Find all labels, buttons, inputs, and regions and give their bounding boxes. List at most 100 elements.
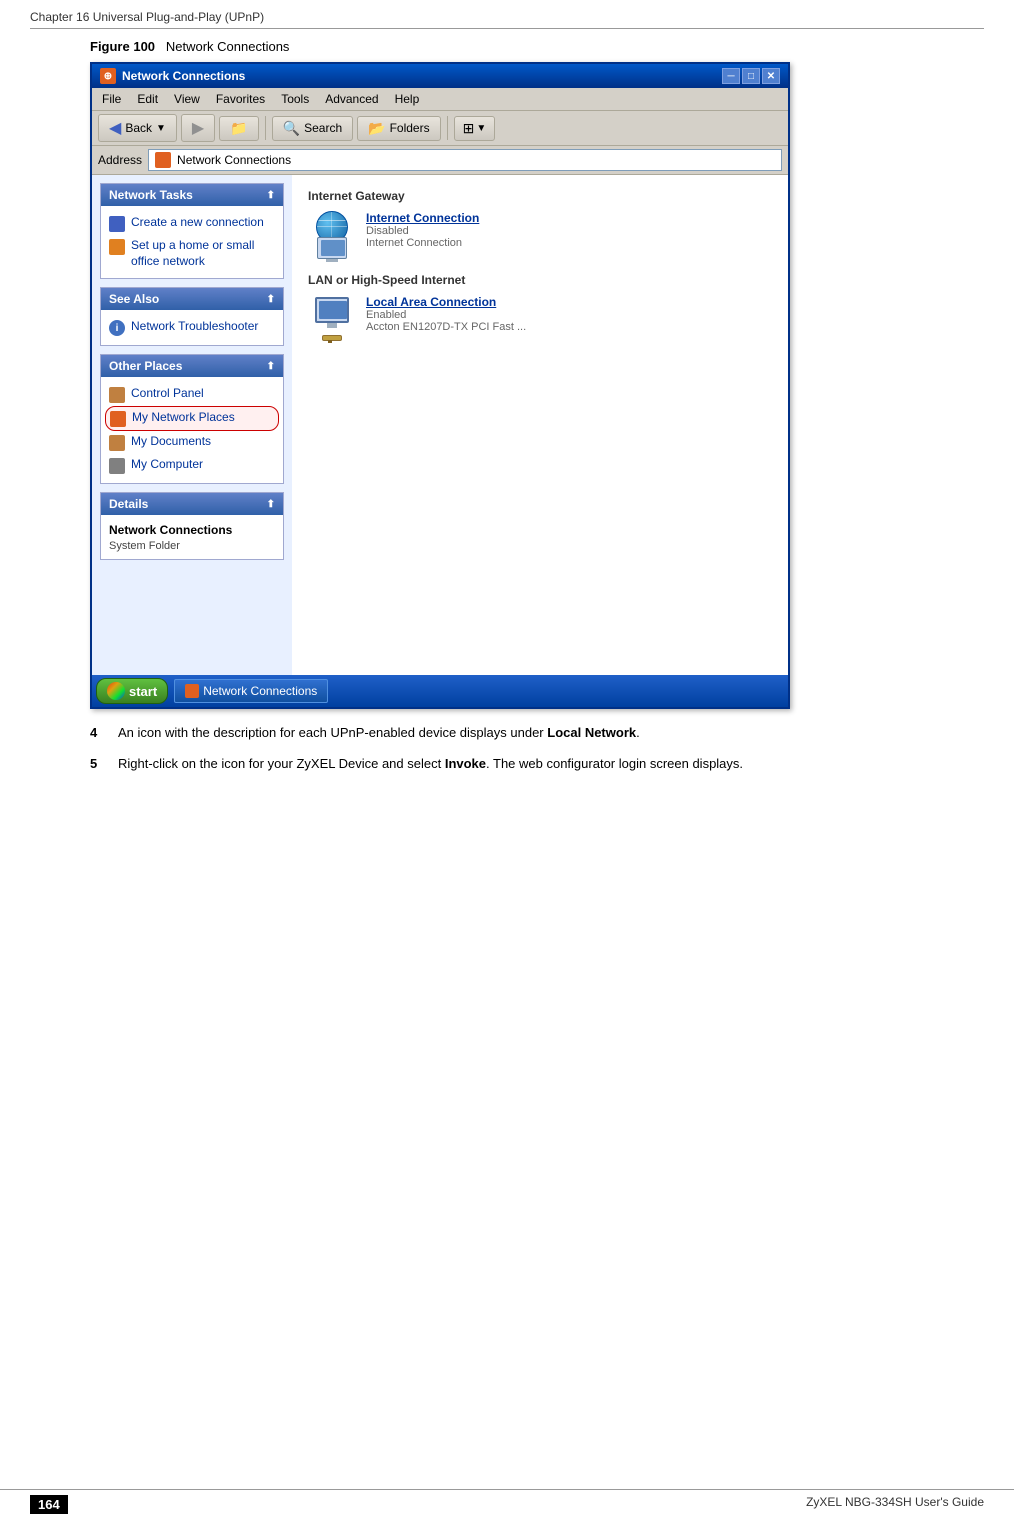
- setup-network-icon: [109, 239, 125, 255]
- menu-edit[interactable]: Edit: [131, 90, 164, 108]
- control-panel-label: Control Panel: [131, 386, 275, 402]
- start-icon: [107, 682, 125, 700]
- step-5-text-part2: . The web configurator login screen disp…: [486, 756, 743, 771]
- folders-button[interactable]: 📂 Folders: [357, 116, 440, 141]
- local-area-connection-item: Local Area Connection Enabled Accton EN1…: [308, 295, 772, 343]
- menu-advanced[interactable]: Advanced: [319, 90, 384, 108]
- internet-connection-name[interactable]: Internet Connection: [366, 211, 479, 225]
- network-tasks-collapse-icon[interactable]: ⬆: [267, 190, 275, 201]
- step-4-text: An icon with the description for each UP…: [118, 723, 640, 744]
- internet-connection-item: Internet Connection Disabled Internet Co…: [308, 211, 772, 259]
- details-collapse-icon[interactable]: ⬆: [267, 499, 275, 510]
- toolbar-separator-2: [447, 116, 448, 140]
- menu-help[interactable]: Help: [389, 90, 426, 108]
- page-number: 164: [30, 1495, 68, 1514]
- left-panel: Network Tasks ⬆ Create a new connection …: [92, 175, 292, 675]
- create-connection-icon: [109, 216, 125, 232]
- troubleshooter-label: Network Troubleshooter: [131, 319, 275, 335]
- step-4: 4 An icon with the description for each …: [90, 723, 984, 744]
- taskbar-network-connections-button[interactable]: Network Connections: [174, 679, 328, 703]
- minimize-button[interactable]: ─: [722, 68, 740, 84]
- local-area-connection-status: Enabled: [366, 309, 526, 321]
- address-icon: [155, 152, 171, 168]
- menu-favorites[interactable]: Favorites: [210, 90, 271, 108]
- my-computer-item[interactable]: My Computer: [105, 454, 279, 477]
- toolbar: ◀ Back ▼ ▶ 📁 🔍 Search 📂 Folders ⊞: [92, 111, 788, 146]
- back-dropdown-icon[interactable]: ▼: [156, 123, 166, 134]
- search-button[interactable]: 🔍 Search: [272, 116, 353, 141]
- create-connection-item[interactable]: Create a new connection: [105, 212, 279, 235]
- details-content-sub: System Folder: [105, 539, 279, 553]
- address-field[interactable]: Network Connections: [148, 149, 782, 171]
- menu-tools[interactable]: Tools: [275, 90, 315, 108]
- network-tasks-body: Create a new connection Set up a home or…: [101, 206, 283, 278]
- step-5-text: Right-click on the icon for your ZyXEL D…: [118, 754, 743, 775]
- menu-file[interactable]: File: [96, 90, 127, 108]
- figure-title: Network Connections: [166, 39, 290, 54]
- step-4-text-part1: An icon with the description for each UP…: [118, 725, 547, 740]
- internet-connection-desc: Internet Connection: [366, 237, 479, 249]
- forward-icon: ▶: [192, 118, 204, 138]
- maximize-button[interactable]: □: [742, 68, 760, 84]
- views-dropdown-icon[interactable]: ▼: [476, 123, 486, 134]
- setup-network-item[interactable]: Set up a home or small office network: [105, 235, 279, 272]
- titlebar-title: Network Connections: [122, 69, 722, 83]
- network-tasks-title: Network Tasks: [109, 188, 193, 202]
- step-4-number: 4: [90, 723, 110, 744]
- window-content: Network Tasks ⬆ Create a new connection …: [92, 175, 788, 675]
- create-connection-label: Create a new connection: [131, 215, 275, 231]
- network-tasks-header: Network Tasks ⬆: [101, 184, 283, 206]
- taskbar: start Network Connections: [92, 675, 788, 707]
- up-icon: 📁: [230, 120, 247, 137]
- views-button[interactable]: ⊞ ▼: [454, 116, 496, 141]
- taskbar-window-label: Network Connections: [203, 684, 317, 698]
- other-places-body: Control Panel My Network Places My Docum…: [101, 377, 283, 483]
- figure-number: Figure 100: [90, 39, 155, 54]
- toolbar-separator-1: [265, 116, 266, 140]
- my-network-places-icon: [110, 411, 126, 427]
- back-button[interactable]: ◀ Back ▼: [98, 114, 177, 142]
- internet-connection-status: Disabled: [366, 225, 479, 237]
- up-button[interactable]: 📁: [219, 116, 258, 141]
- page-footer: 164 ZyXEL NBG-334SH User's Guide: [0, 1489, 1014, 1514]
- address-value: Network Connections: [177, 153, 291, 167]
- local-area-connection-name[interactable]: Local Area Connection: [366, 295, 526, 309]
- close-button[interactable]: ✕: [762, 68, 780, 84]
- step-5: 5 Right-click on the icon for your ZyXEL…: [90, 754, 984, 775]
- details-header: Details ⬆: [101, 493, 283, 515]
- other-places-title: Other Places: [109, 359, 182, 373]
- control-panel-icon: [109, 387, 125, 403]
- local-area-connection-icon: [308, 295, 356, 343]
- local-area-connection-desc: Accton EN1207D-TX PCI Fast ...: [366, 321, 526, 333]
- network-troubleshooter-item[interactable]: i Network Troubleshooter: [105, 316, 279, 339]
- my-network-places-item[interactable]: My Network Places: [105, 406, 279, 431]
- search-icon: 🔍: [283, 120, 300, 137]
- body-text: 4 An icon with the description for each …: [90, 723, 984, 775]
- details-body: Network Connections System Folder: [101, 515, 283, 559]
- titlebar: ⊕ Network Connections ─ □ ✕: [92, 64, 788, 88]
- my-documents-item[interactable]: My Documents: [105, 431, 279, 454]
- other-places-collapse-icon[interactable]: ⬆: [267, 361, 275, 372]
- setup-network-label: Set up a home or small office network: [131, 238, 275, 269]
- menu-view[interactable]: View: [168, 90, 206, 108]
- forward-button[interactable]: ▶: [181, 114, 215, 142]
- start-button[interactable]: start: [96, 678, 168, 704]
- titlebar-icon: ⊕: [100, 68, 116, 84]
- address-label: Address: [98, 153, 142, 167]
- titlebar-buttons: ─ □ ✕: [722, 68, 780, 84]
- details-title: Details: [109, 497, 148, 511]
- see-also-collapse-icon[interactable]: ⬆: [267, 294, 275, 305]
- see-also-section: See Also ⬆ i Network Troubleshooter: [100, 287, 284, 346]
- search-label: Search: [304, 121, 342, 135]
- figure-label: Figure 100 Network Connections: [90, 39, 984, 54]
- addressbar: Address Network Connections: [92, 146, 788, 175]
- network-tasks-section: Network Tasks ⬆ Create a new connection …: [100, 183, 284, 279]
- see-also-body: i Network Troubleshooter: [101, 310, 283, 345]
- control-panel-item[interactable]: Control Panel: [105, 383, 279, 406]
- back-label: Back: [125, 121, 152, 135]
- footer-right-text: ZyXEL NBG-334SH User's Guide: [806, 1495, 984, 1514]
- local-area-connection-info: Local Area Connection Enabled Accton EN1…: [366, 295, 526, 333]
- step-5-text-part1: Right-click on the icon for your ZyXEL D…: [118, 756, 445, 771]
- start-label: start: [129, 684, 157, 699]
- internet-gateway-label: Internet Gateway: [308, 189, 772, 203]
